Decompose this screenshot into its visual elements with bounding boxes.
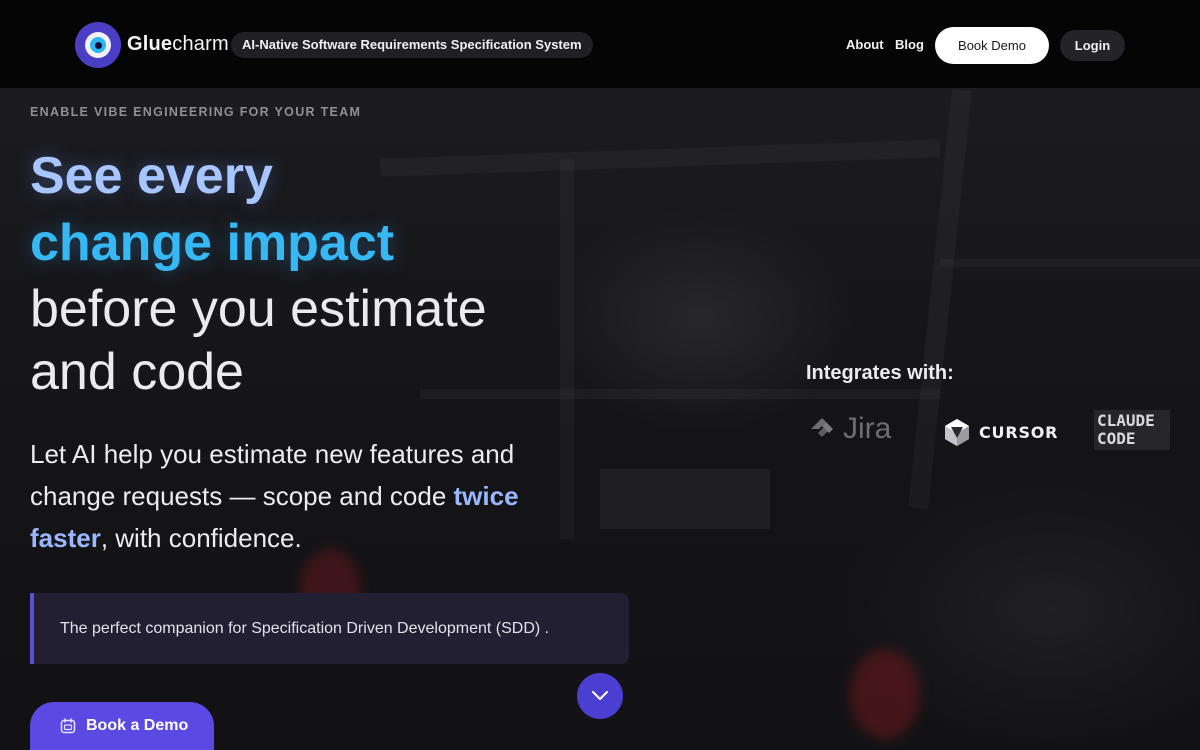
jira-label: Jira: [843, 412, 892, 445]
callout-text: The perfect companion for Specification …: [60, 619, 550, 637]
headline-line-4: and code: [30, 343, 244, 401]
sdd-callout: The perfect companion for Specification …: [30, 593, 629, 664]
claude-code-line-1: CLAUDE: [1097, 411, 1155, 430]
login-button[interactable]: Login: [1060, 30, 1125, 61]
product-tagline-badge: AI-Native Software Requirements Specific…: [231, 32, 593, 58]
headline-line-1: See every: [30, 147, 273, 205]
headline-line-2: change impact: [30, 214, 395, 272]
book-demo-button[interactable]: Book Demo: [935, 27, 1049, 64]
jira-icon: [811, 418, 833, 437]
hero-eyebrow: ENABLE VIBE ENGINEERING FOR YOUR TEAM: [30, 105, 362, 119]
cursor-logo: CURSOR: [943, 417, 1058, 447]
claude-code-logo: CLAUDE CODE: [1094, 410, 1170, 450]
headline-line-3: before you estimate: [30, 280, 487, 338]
top-navbar: Gluecharm AI-Native Software Requirement…: [0, 0, 1200, 89]
book-a-demo-button[interactable]: Book a Demo: [30, 702, 214, 750]
cursor-icon: [945, 419, 969, 446]
nav-about-link[interactable]: About: [846, 37, 884, 52]
gluecharm-logo-icon[interactable]: [75, 22, 121, 68]
nav-blog-link[interactable]: Blog: [895, 37, 924, 52]
scroll-down-button[interactable]: [577, 673, 623, 719]
claude-code-line-2: CODE: [1097, 429, 1136, 448]
jira-logo: Jira: [807, 412, 891, 446]
chevron-down-icon: [592, 691, 608, 700]
cta-label: Book a Demo: [86, 717, 189, 734]
hero-subtext: Let AI help you estimate new features an…: [30, 433, 590, 559]
integrations-title: Integrates with:: [806, 362, 954, 384]
subtext-part-2: , with confidence.: [100, 523, 302, 553]
subtext-part-1: Let AI help you estimate new features an…: [30, 439, 515, 511]
calendar-icon: [60, 718, 76, 734]
brand-name[interactable]: Gluecharm: [127, 33, 229, 56]
cursor-label: CURSOR: [979, 422, 1059, 442]
